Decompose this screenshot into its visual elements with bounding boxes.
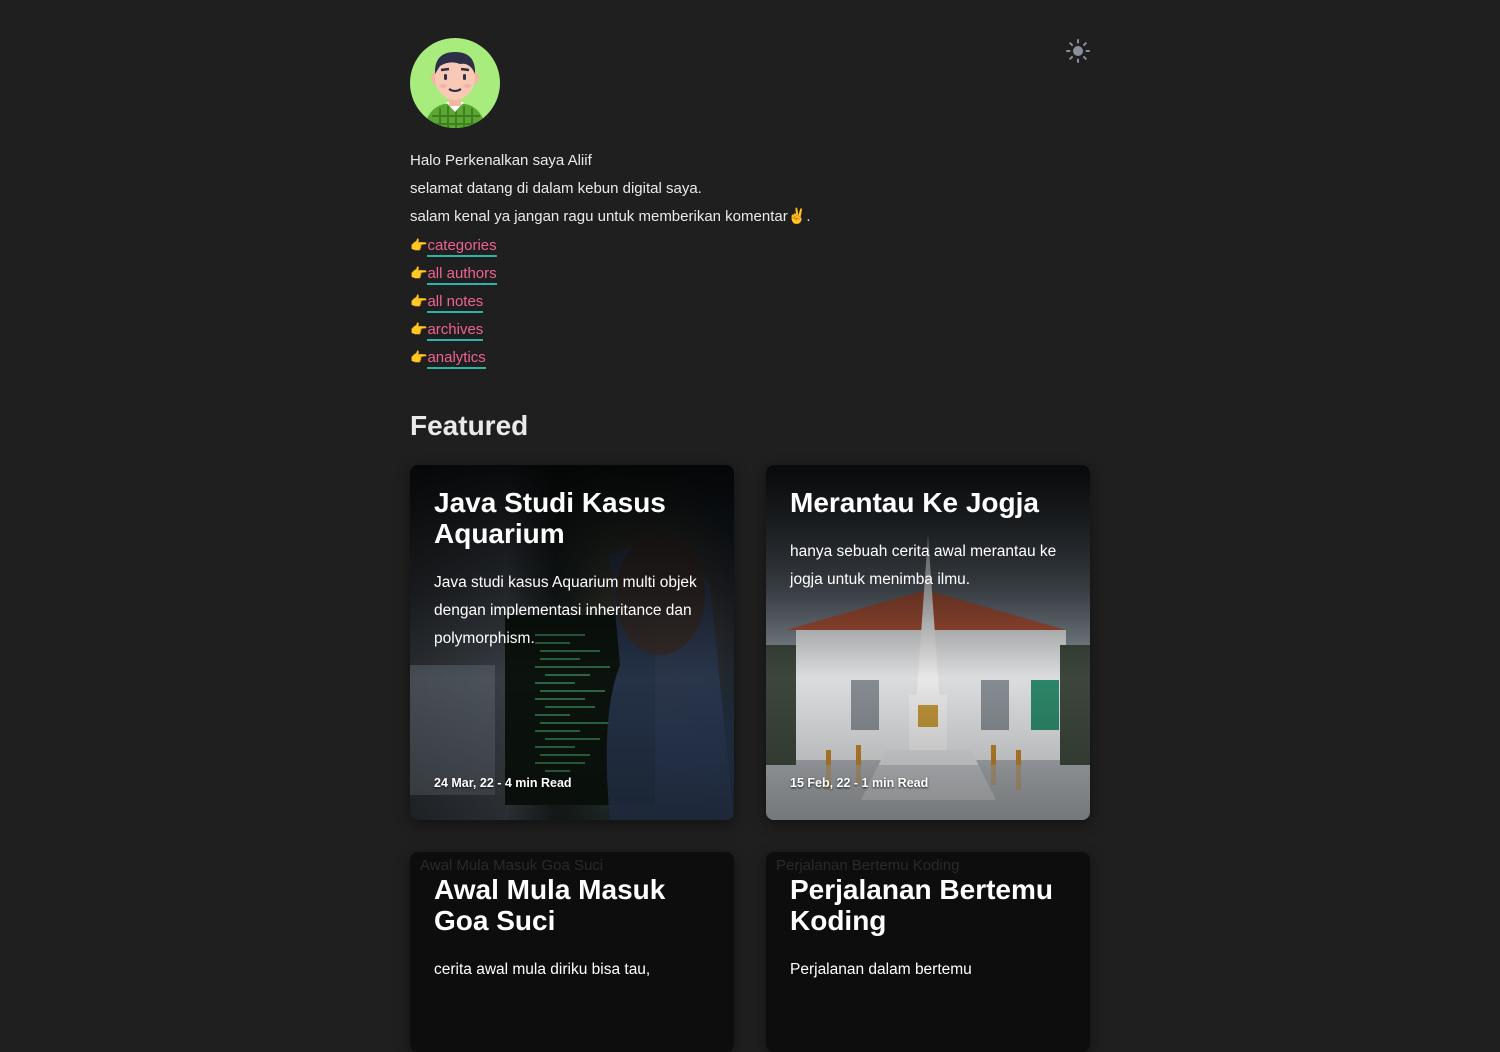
- card-title[interactable]: Java Studi Kasus Aquarium: [434, 487, 714, 549]
- card-meta: 24 Mar, 22 - 4 min Read: [434, 776, 572, 790]
- intro-text: Halo Perkenalkan saya Aliif selamat data…: [410, 150, 1090, 374]
- card-meta: 15 Feb, 22 - 1 min Read: [790, 776, 929, 790]
- nav-link-row: 👉analytics: [410, 346, 1090, 374]
- card-content: Perjalanan Bertemu Koding Perjalanan dal…: [790, 874, 1070, 984]
- nav-link-row: 👉categories: [410, 234, 1090, 262]
- card-title[interactable]: Perjalanan Bertemu Koding: [790, 874, 1070, 936]
- categories-link[interactable]: categories: [427, 237, 497, 257]
- intro-invite-text: salam kenal ya jangan ragu untuk memberi…: [410, 208, 788, 225]
- card-content: Awal Mula Masuk Goa Suci cerita awal mul…: [434, 874, 714, 984]
- nav-link-row: 👉all notes: [410, 290, 1090, 318]
- intro-greeting: Halo Perkenalkan saya Aliif: [410, 152, 592, 169]
- card-title[interactable]: Merantau Ke Jogja: [790, 487, 1070, 518]
- featured-heading: Featured: [410, 410, 529, 441]
- avatar: [410, 38, 500, 128]
- card-description: Java studi kasus Aquarium multi objek de…: [434, 574, 697, 647]
- card-description: hanya sebuah cerita awal merantau ke jog…: [790, 543, 1057, 588]
- card-content: Merantau Ke Jogja hanya sebuah cerita aw…: [790, 487, 1070, 594]
- pointing-hand-icon: 👉: [410, 349, 428, 365]
- all-authors-link[interactable]: all authors: [427, 265, 497, 285]
- peace-emoji-icon: ✌️: [787, 208, 807, 225]
- pointing-hand-icon: 👉: [410, 293, 428, 309]
- featured-card-bertemu-koding[interactable]: Perjalanan Bertemu Koding Perjalanan Ber…: [766, 852, 1090, 1052]
- card-description: cerita awal mula diriku bisa tau,: [434, 961, 651, 978]
- all-notes-link[interactable]: all notes: [427, 293, 484, 313]
- broken-image-alt: Awal Mula Masuk Goa Suci: [420, 857, 604, 874]
- card-content: Java Studi Kasus Aquarium Java studi kas…: [434, 487, 714, 653]
- featured-card-merantau-jogja[interactable]: Merantau Ke Jogja hanya sebuah cerita aw…: [766, 465, 1090, 820]
- card-title[interactable]: Awal Mula Masuk Goa Suci: [434, 874, 714, 936]
- nav-link-row: 👉archives: [410, 318, 1090, 346]
- intro-invite: salam kenal ya jangan ragu untuk memberi…: [410, 206, 1090, 234]
- card-description: Perjalanan dalam bertemu: [790, 961, 972, 978]
- intro-welcome: selamat datang di dalam kebun digital sa…: [410, 180, 702, 197]
- pointing-hand-icon: 👉: [410, 321, 428, 337]
- featured-card-goa-suci[interactable]: Awal Mula Masuk Goa Suci Awal Mula Masuk…: [410, 852, 734, 1052]
- featured-card-java-aquarium[interactable]: Java Studi Kasus Aquarium Java studi kas…: [410, 465, 734, 820]
- broken-image-alt: Perjalanan Bertemu Koding: [776, 857, 960, 874]
- intro-invite-end: .: [806, 208, 811, 225]
- avatar-illustration-icon: [424, 52, 486, 128]
- archives-link[interactable]: archives: [427, 321, 484, 341]
- pointing-hand-icon: 👉: [410, 265, 428, 281]
- theme-toggle-button[interactable]: [1065, 38, 1091, 64]
- nav-link-row: 👉all authors: [410, 262, 1090, 290]
- analytics-link[interactable]: analytics: [427, 349, 486, 369]
- sun-icon: [1066, 39, 1090, 63]
- pointing-hand-icon: 👉: [410, 237, 428, 253]
